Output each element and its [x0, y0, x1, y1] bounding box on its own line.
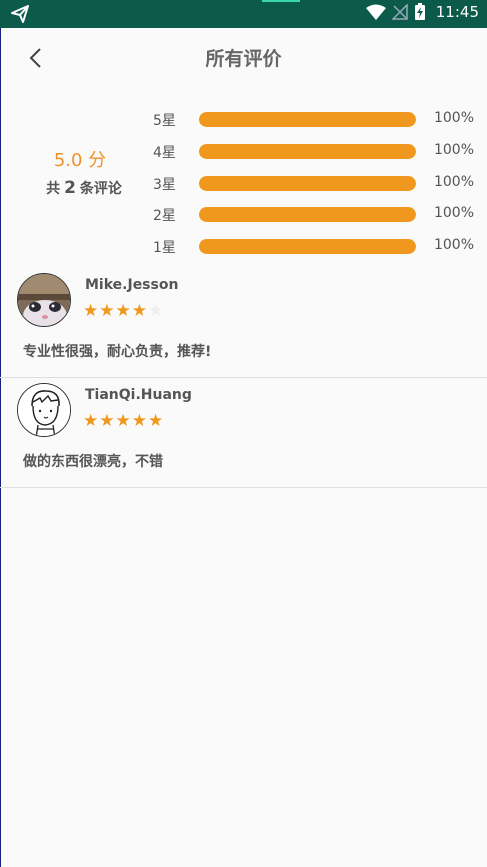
review-text: 做的东西很漂亮，不错	[23, 454, 163, 470]
rating-bar	[199, 144, 416, 159]
review-item: TianQi.Huang ★★★★★ 做的东西很漂亮，不错	[0, 377, 487, 488]
rating-bar	[199, 207, 416, 222]
clock: 11:45	[435, 3, 479, 21]
rating-bar-fill	[199, 239, 416, 254]
page-title: 所有评价	[205, 48, 282, 70]
rating-bar-fill	[199, 112, 416, 127]
rating-bar-fill	[199, 144, 416, 159]
reviewer-name: TianQi.Huang	[85, 387, 192, 403]
rating-percent: 100%	[433, 142, 474, 158]
no-signal-icon	[391, 4, 408, 20]
star-rating: ★★★★★	[83, 301, 164, 321]
rating-summary: 5.0 分 共 2 条评论 5星 100% 4星 100% 3星 100% 2星 1…	[0, 100, 487, 265]
review-text: 专业性很强，耐心负责，推荐!	[23, 344, 212, 360]
status-bar: 11:45	[0, 0, 487, 28]
star-empty-icon: ★	[148, 301, 165, 321]
star-icon: ★	[115, 301, 132, 321]
rating-row-3: 3星 100%	[0, 172, 487, 196]
rating-bar	[199, 112, 416, 127]
rating-label: 4星	[153, 145, 176, 161]
star-icon: ★	[148, 411, 165, 431]
star-icon: ★	[131, 411, 148, 431]
rating-bar-fill	[199, 207, 416, 222]
rating-percent: 100%	[433, 205, 474, 221]
rating-bar	[199, 239, 416, 254]
rating-label: 1星	[153, 240, 176, 256]
rating-percent: 100%	[433, 110, 474, 126]
star-icon: ★	[83, 411, 100, 431]
star-icon: ★	[83, 301, 100, 321]
rating-row-4: 4星 100%	[0, 140, 487, 164]
rating-percent: 100%	[433, 237, 474, 253]
top-bar: 所有评价	[0, 28, 487, 88]
rating-percent: 100%	[433, 174, 474, 190]
cat-photo-avatar[interactable]	[17, 273, 71, 327]
review-item: Mike.Jesson ★★★★★ 专业性很强，耐心负责，推荐!	[0, 267, 487, 378]
rating-row-1: 1星 100%	[0, 235, 487, 259]
star-icon: ★	[115, 411, 132, 431]
star-icon: ★	[99, 411, 116, 431]
notification-indicator	[262, 0, 300, 2]
line-drawing-boy-avatar[interactable]	[17, 383, 71, 437]
star-rating: ★★★★★	[83, 411, 164, 431]
star-icon: ★	[131, 301, 148, 321]
rating-label: 2星	[153, 208, 176, 224]
reviewer-name: Mike.Jesson	[85, 277, 179, 293]
star-icon: ★	[99, 301, 116, 321]
send-icon	[11, 5, 29, 23]
battery-charging-icon	[414, 3, 425, 20]
rating-label: 3星	[153, 177, 176, 193]
wifi-icon	[365, 4, 386, 20]
rating-row-5: 5星 100%	[0, 108, 487, 132]
rating-bar	[199, 176, 416, 191]
rating-row-2: 2星 100%	[0, 203, 487, 227]
rating-bar-fill	[199, 176, 416, 191]
rating-label: 5星	[153, 113, 176, 129]
